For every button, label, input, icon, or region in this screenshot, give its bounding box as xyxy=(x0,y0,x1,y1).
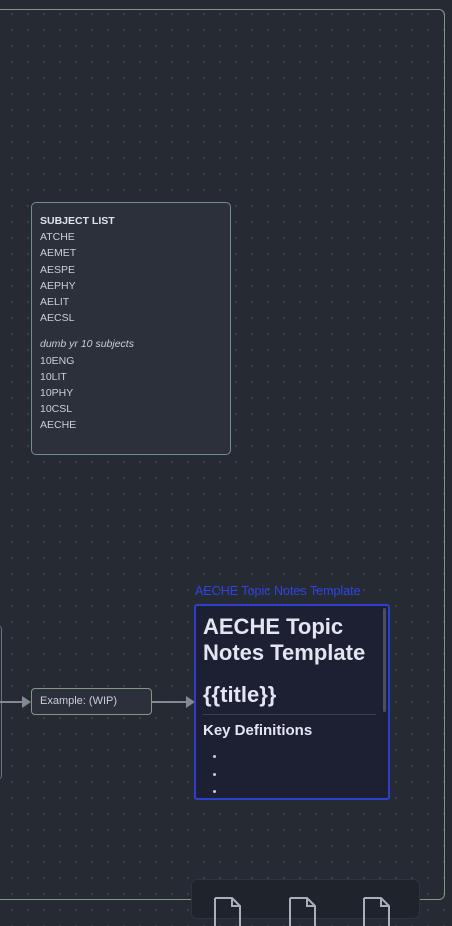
subject-item: ATCHE xyxy=(40,231,75,244)
embed-title-placeholder: {{title}} xyxy=(203,682,277,707)
subject-sub-item: AECHE xyxy=(40,419,77,432)
subject-sub-item: 10PHY xyxy=(40,386,74,399)
edge-example-to-embed[interactable] xyxy=(152,701,186,703)
embed-link-title[interactable]: AECHE Topic Notes Template xyxy=(195,584,361,598)
subject-item: AEMET xyxy=(40,247,77,260)
subject-item: AESPE xyxy=(40,263,76,276)
subject-sub-item: 10ENG xyxy=(40,354,75,367)
canvas-toolbar xyxy=(191,879,420,926)
example-node[interactable]: Example: (WIP) xyxy=(31,688,152,715)
file-icon[interactable] xyxy=(212,896,250,926)
subject-item: AECSL xyxy=(40,312,75,325)
embed-scrollbar[interactable] xyxy=(383,608,386,712)
subject-sub-item: 10CSL xyxy=(40,403,73,416)
embed-heading: AECHE Topic Notes Template xyxy=(203,614,366,665)
embed-divider xyxy=(203,714,376,715)
bullet-icon xyxy=(213,790,216,793)
list-item xyxy=(212,785,388,798)
list-item xyxy=(212,768,388,786)
subject-item: AEPHY xyxy=(40,279,76,292)
subject-subheading: dumb yr 10 subjects xyxy=(40,338,134,351)
subject-item: AELIT xyxy=(40,295,70,308)
bullet-icon xyxy=(213,772,216,776)
subject-list-card[interactable]: SUBJECT LIST ATCHE AEMET AESPE AEPHY AEL… xyxy=(31,202,231,455)
embed-bullet-list xyxy=(196,750,388,798)
embed-section-heading: Key Definitions xyxy=(203,722,313,739)
file-icon[interactable] xyxy=(361,896,399,926)
embedded-note-card[interactable]: AECHE Topic Notes Template {{title}} Key… xyxy=(194,604,390,800)
subject-sub-item: 10LIT xyxy=(40,370,67,383)
list-item xyxy=(212,750,388,768)
subject-list-heading: SUBJECT LIST xyxy=(40,215,115,227)
edge-into-example[interactable] xyxy=(0,701,22,703)
edge-arrowhead-icon xyxy=(22,696,31,708)
bullet-icon xyxy=(213,755,216,758)
file-icon[interactable] xyxy=(287,896,325,926)
